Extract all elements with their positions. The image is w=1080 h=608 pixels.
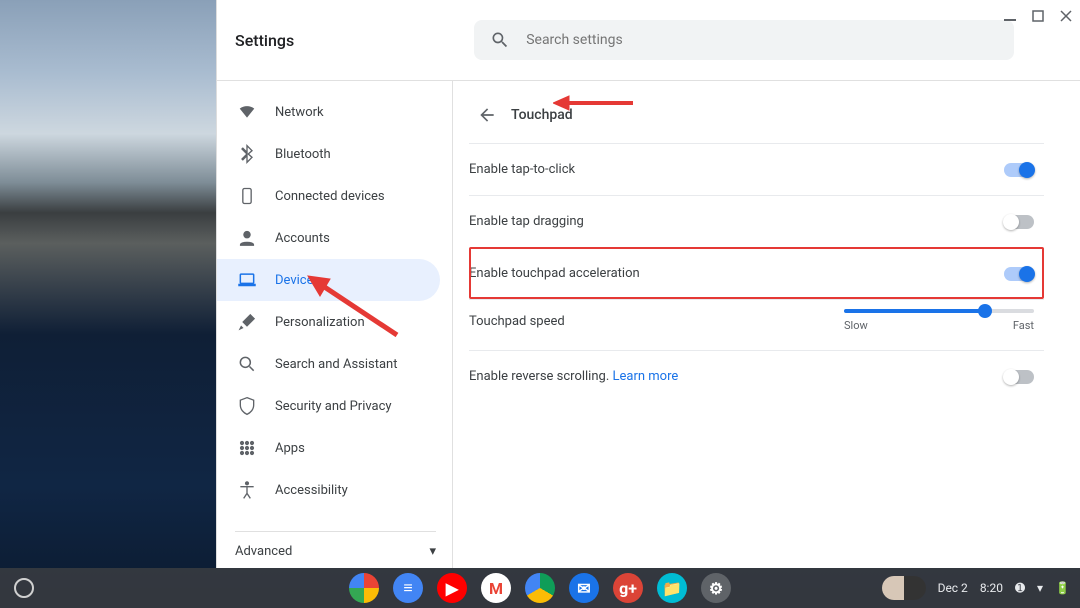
option-touchpad-speed: Touchpad speed Slow Fast <box>469 299 1044 350</box>
app-google-plus[interactable]: g+ <box>613 573 643 603</box>
advanced-label: Advanced <box>235 544 292 559</box>
slider-min-label: Slow <box>844 319 868 332</box>
option-label: Enable tap dragging <box>469 214 1004 229</box>
sidebar-label: Personalization <box>275 315 365 330</box>
sidebar-item-bluetooth[interactable]: Bluetooth <box>217 133 440 175</box>
app-docs[interactable]: ≡ <box>393 573 423 603</box>
notification-icon[interactable]: ➊ <box>1015 581 1025 595</box>
apps-icon <box>237 438 257 458</box>
option-tap-dragging: Enable tap dragging <box>469 195 1044 247</box>
sidebar-item-search-assistant[interactable]: Search and Assistant <box>217 343 440 385</box>
sidebar: Network Bluetooth Connected devices Acco… <box>217 81 453 568</box>
shield-icon <box>237 396 257 416</box>
app-files[interactable]: 📁 <box>657 573 687 603</box>
wifi-icon <box>237 102 257 122</box>
avatar[interactable] <box>882 576 926 600</box>
option-label: Enable reverse scrolling. Learn more <box>469 369 1004 384</box>
app-gmail[interactable]: M <box>481 573 511 603</box>
sidebar-label: Search and Assistant <box>275 357 398 372</box>
app-settings[interactable]: ⚙ <box>701 573 731 603</box>
back-button[interactable] <box>469 97 505 133</box>
sidebar-label: Bluetooth <box>275 147 331 162</box>
window-controls <box>996 0 1080 32</box>
toggle-tap-dragging[interactable] <box>1004 215 1034 229</box>
option-label: Enable tap-to-click <box>469 162 1004 177</box>
sidebar-label: Accessibility <box>275 483 348 498</box>
sidebar-item-accounts[interactable]: Accounts <box>217 217 440 259</box>
shelf: ≡ ▶ M ✉ g+ 📁 ⚙ Dec 2 8:20 ➊ ▾ 🔋 <box>0 568 1080 608</box>
slider-max-label: Fast <box>1013 319 1034 332</box>
sidebar-label: Apps <box>275 441 305 456</box>
sidebar-label: Device <box>275 273 314 288</box>
sidebar-advanced[interactable]: Advanced ▾ <box>235 531 436 559</box>
toggle-tap-to-click[interactable] <box>1004 163 1034 177</box>
status-time: 8:20 <box>980 581 1003 595</box>
app-title: Settings <box>235 31 294 50</box>
sidebar-label: Security and Privacy <box>275 399 392 414</box>
sidebar-item-accessibility[interactable]: Accessibility <box>217 469 440 511</box>
sidebar-item-apps[interactable]: Apps <box>217 427 440 469</box>
app-chrome[interactable] <box>349 573 379 603</box>
launcher-button[interactable] <box>14 578 34 598</box>
sidebar-label: Accounts <box>275 231 330 246</box>
learn-more-link[interactable]: Learn more <box>612 369 678 384</box>
header: Settings <box>217 0 1080 81</box>
chevron-down-icon: ▾ <box>429 544 436 559</box>
laptop-icon <box>237 270 257 290</box>
sidebar-label: Network <box>275 105 324 120</box>
slider-thumb[interactable] <box>978 304 992 318</box>
accessibility-icon <box>237 480 257 500</box>
toggle-reverse-scrolling[interactable] <box>1004 370 1034 384</box>
status-area[interactable]: Dec 2 8:20 ➊ ▾ 🔋 <box>882 576 1070 600</box>
bluetooth-icon <box>237 144 257 164</box>
search-input[interactable] <box>526 32 998 48</box>
toggle-touchpad-acceleration[interactable] <box>1004 267 1034 281</box>
status-date: Dec 2 <box>938 581 968 595</box>
sidebar-item-personalization[interactable]: Personalization <box>217 301 440 343</box>
sidebar-item-device[interactable]: Device <box>217 259 440 301</box>
brush-icon <box>237 312 257 332</box>
option-tap-to-click: Enable tap-to-click <box>469 143 1044 195</box>
sidebar-label: Connected devices <box>275 189 385 204</box>
search-icon <box>490 30 510 50</box>
option-touchpad-acceleration: Enable touchpad acceleration <box>469 247 1044 299</box>
person-icon <box>237 228 257 248</box>
sidebar-item-security-privacy[interactable]: Security and Privacy <box>217 385 440 427</box>
shelf-apps: ≡ ▶ M ✉ g+ 📁 ⚙ <box>349 573 731 603</box>
option-reverse-scrolling: Enable reverse scrolling. Learn more <box>469 350 1044 402</box>
main-panel: Touchpad Enable tap-to-click Enable tap … <box>453 81 1080 568</box>
search-field[interactable] <box>474 20 1014 60</box>
page-title: Touchpad <box>511 107 573 123</box>
app-youtube[interactable]: ▶ <box>437 573 467 603</box>
settings-window: Settings Network Bluetooth Connected dev… <box>216 0 1080 568</box>
option-label: Enable touchpad acceleration <box>469 266 1004 281</box>
app-messages[interactable]: ✉ <box>569 573 599 603</box>
search-icon <box>237 354 257 374</box>
app-drive[interactable] <box>525 573 555 603</box>
battery-icon: 🔋 <box>1055 581 1070 595</box>
phone-icon <box>237 186 257 206</box>
minimize-button[interactable] <box>996 2 1024 30</box>
sidebar-item-connected-devices[interactable]: Connected devices <box>217 175 440 217</box>
sidebar-item-network[interactable]: Network <box>217 91 440 133</box>
maximize-button[interactable] <box>1024 2 1052 30</box>
close-button[interactable] <box>1052 2 1080 30</box>
slider-touchpad-speed[interactable] <box>844 309 1034 313</box>
wifi-status-icon: ▾ <box>1037 581 1043 595</box>
